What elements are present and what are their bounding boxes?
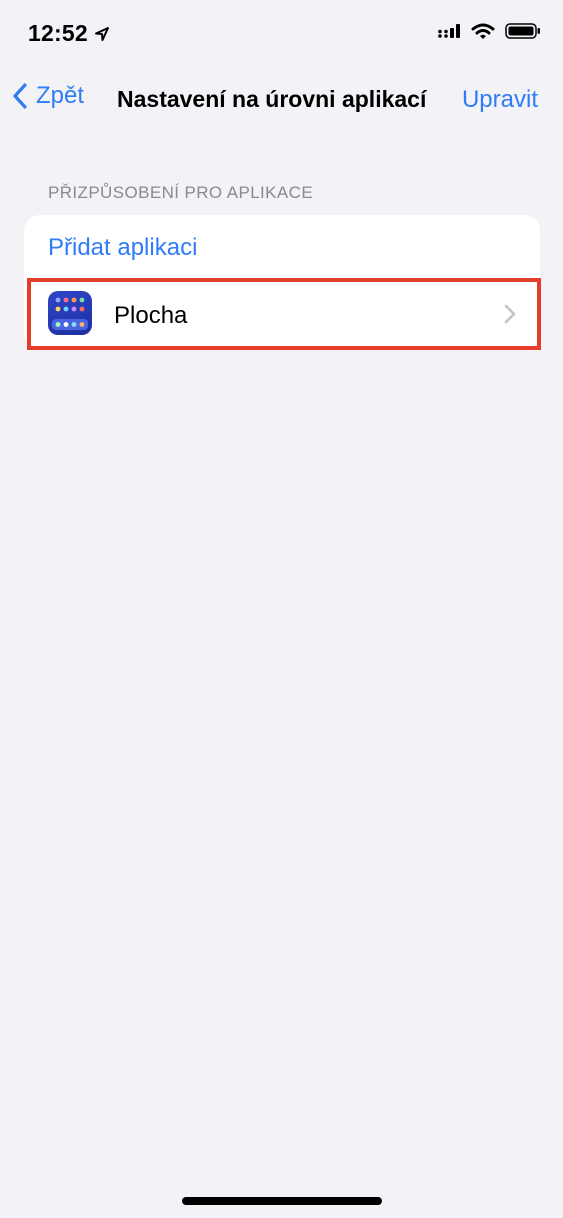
page-title: Nastavení na úrovni aplikací: [117, 86, 427, 112]
chevron-left-icon: [13, 83, 27, 109]
home-screen-app-icon: [48, 291, 92, 335]
add-app-label: Přidat aplikaci: [48, 234, 198, 261]
add-app-button[interactable]: Přidat aplikaci: [24, 215, 540, 281]
edit-button[interactable]: Upravit: [462, 86, 538, 114]
wifi-icon: [471, 23, 495, 39]
navigation-bar: Zpět Nastavení na úrovni aplikací Upravi…: [0, 76, 563, 124]
home-indicator[interactable]: [182, 1197, 382, 1205]
status-bar: 12:52: [0, 0, 563, 70]
cellular-signal-icon: [438, 24, 460, 38]
app-settings-list: Přidat aplikaci Plocha: [24, 215, 540, 348]
back-button[interactable]: Zpět: [12, 82, 84, 110]
back-button-label: Zpět: [36, 82, 85, 109]
section-header: PŘIZPŮSOBENÍ PRO APLIKACE: [48, 183, 314, 202]
status-time-group: 12:52: [28, 20, 110, 47]
chevron-right-icon: [504, 304, 516, 324]
list-item-plocha[interactable]: Plocha: [24, 281, 540, 348]
status-time: 12:52: [28, 20, 88, 46]
list-item-label: Plocha: [114, 302, 188, 329]
location-arrow-icon: [94, 26, 109, 41]
battery-icon: [505, 23, 540, 39]
status-icons: [437, 22, 541, 40]
